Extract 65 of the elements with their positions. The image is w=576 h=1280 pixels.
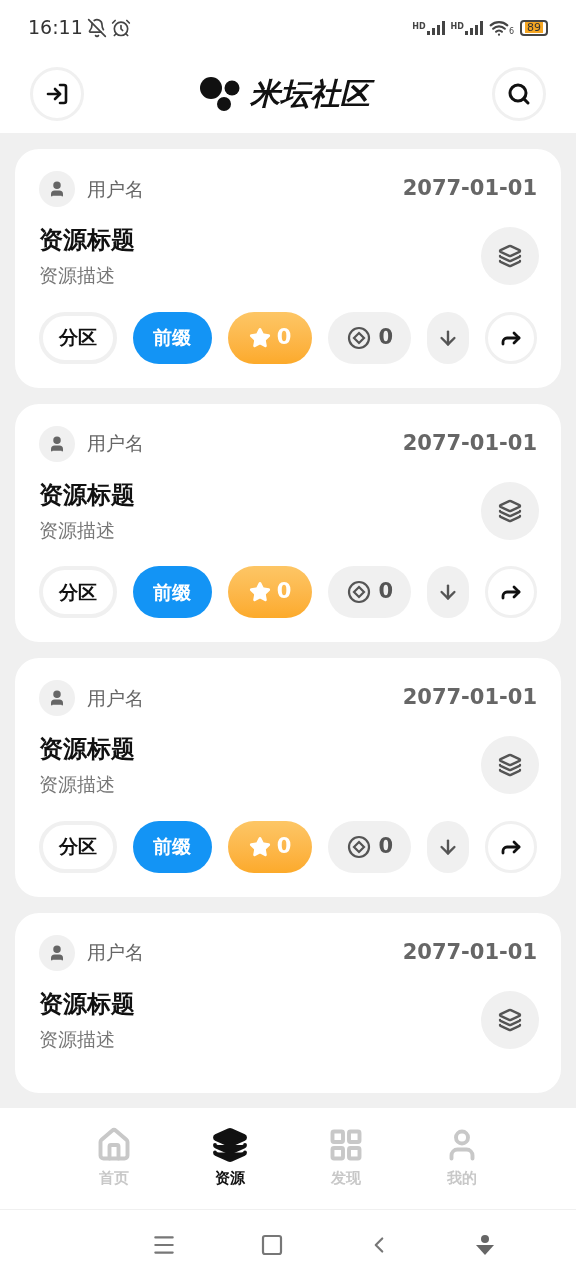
resource-card[interactable]: 用户名 2077-01-01 资源标题 资源描述 分区 前缀 0 0 [15,403,561,642]
username: 用户名 [87,176,144,202]
login-button[interactable] [30,67,84,121]
post-date: 2077-01-01 [402,429,537,457]
avatar-icon [39,934,75,971]
share-button[interactable] [485,311,537,364]
resource-title: 资源标题 [39,479,135,511]
logo-icon [200,76,242,112]
avatar-icon [39,425,75,462]
resource-card[interactable]: 用户名 2077-01-01 资源标题 资源描述 分区 前缀 0 0 [15,658,561,897]
avatar-icon [39,171,75,207]
resource-card[interactable]: 用户名 2077-01-01 资源标题 资源描述 分区 前缀 0 0 [15,149,561,388]
post-date: 2077-01-01 [402,684,537,712]
avatar-icon [39,680,75,716]
resource-card[interactable]: 用户名 2077-01-01 资源标题 资源描述 [15,912,561,1093]
layers-icon [498,498,522,523]
search-icon [507,82,531,106]
home-icon[interactable] [259,1233,284,1257]
share-button[interactable] [485,820,537,873]
section-button[interactable]: 分区 [39,566,117,618]
username: 用户名 [87,940,144,966]
coin-icon [346,580,371,604]
resource-description: 资源描述 [39,517,116,543]
battery-icon: 89 [520,19,548,36]
star-icon [248,835,271,858]
coin-icon [346,325,371,350]
assistant-icon[interactable] [474,1234,495,1256]
resources-icon [212,1127,248,1164]
resource-description: 资源描述 [39,772,116,797]
coin-button[interactable]: 0 [328,566,412,618]
username: 用户名 [87,685,144,711]
coin-button[interactable]: 0 [328,311,412,364]
status-time: 16:11 [28,15,83,41]
post-date: 2077-01-01 [402,938,537,966]
app-title: 米坛社区 [250,74,376,114]
resource-title: 资源标题 [39,734,135,765]
nav-tab[interactable]: 资源 [199,1127,261,1190]
resource-description: 资源描述 [39,1026,116,1052]
section-button[interactable]: 分区 [39,311,117,364]
section-button[interactable]: 分区 [39,820,117,873]
search-button[interactable] [492,67,546,121]
resource-description: 资源描述 [39,263,116,288]
star-icon [248,326,271,349]
signal-icon [464,20,483,35]
network-label: HD [412,20,426,33]
coin-icon [346,834,371,859]
download-button[interactable] [427,311,470,364]
resource-title: 资源标题 [39,225,135,256]
username: 用户名 [87,431,144,457]
star-icon [248,581,271,603]
alarm-icon [110,17,131,38]
resource-title: 资源标题 [39,988,135,1020]
layers-icon [498,753,522,778]
layers-icon [498,244,522,269]
coin-button[interactable]: 0 [328,820,412,873]
login-icon [45,82,69,106]
signal-icon [426,20,445,35]
post-date: 2077-01-01 [402,175,537,203]
layers-icon [498,1007,522,1032]
wifi-label: 6 [508,25,514,38]
share-button[interactable] [485,566,537,618]
bell-off-icon [86,17,107,38]
download-button[interactable] [427,566,470,618]
network-label: HD [450,20,464,33]
download-button[interactable] [427,820,470,873]
